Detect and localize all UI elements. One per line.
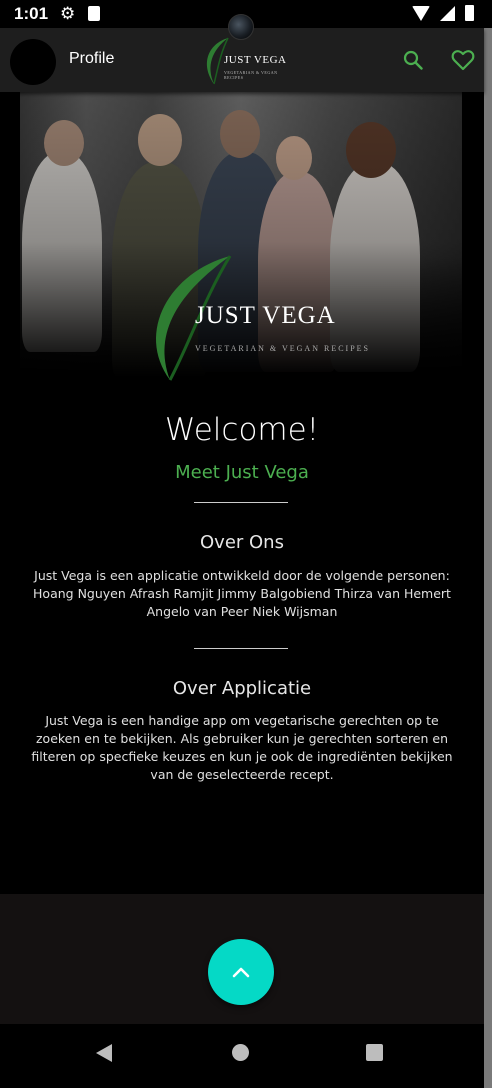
scrollbar [484, 28, 492, 1088]
camera-cutout [228, 14, 254, 40]
battery-icon [465, 5, 474, 21]
app-logo-tagline: VEGETARIAN & VEGAN RECIPES [224, 70, 278, 80]
hero-tagline: VEGETARIAN & VEGAN RECIPES [195, 344, 370, 353]
divider [194, 502, 288, 503]
home-icon[interactable] [232, 1044, 249, 1061]
chevron-up-icon [232, 967, 250, 978]
status-time: 1:01 [14, 4, 49, 23]
hero-brand: JUST VEGA [195, 302, 336, 329]
status-icons [412, 5, 474, 21]
divider [194, 648, 288, 649]
profile-link[interactable]: Profile [69, 50, 114, 68]
gear-icon: ⚙ [60, 4, 76, 24]
search-icon[interactable] [403, 50, 423, 70]
scroll-top-button[interactable] [208, 939, 274, 1005]
heart-icon[interactable] [451, 49, 475, 71]
about-app-text: Just Vega is een handige app om vegetari… [31, 713, 453, 782]
about-app-title: Over Applicatie [172, 678, 312, 699]
recent-apps-icon[interactable] [366, 1044, 383, 1061]
hero-image: JUST VEGA VEGETARIAN & VEGAN RECIPES [20, 92, 462, 392]
welcome-heading: Welcome! [164, 412, 320, 448]
about-us-title: Over Ons [200, 532, 284, 553]
avatar[interactable] [10, 39, 56, 85]
system-nav-bar [0, 1024, 484, 1088]
sd-card-icon [88, 6, 100, 21]
app-logo-brand: JUST VEGA [224, 54, 287, 66]
main-content[interactable]: JUST VEGA VEGETARIAN & VEGAN RECIPES Wel… [0, 92, 484, 892]
welcome-subtitle: Meet Just Vega [175, 462, 309, 483]
screen: 1:01 ⚙ Profile JUST VEGA VEGETARIAN & VE… [0, 0, 492, 1088]
wifi-icon [412, 5, 430, 21]
about-us-text: Just Vega is een applicatie ontwikkeld d… [33, 568, 451, 619]
back-icon[interactable] [96, 1044, 112, 1062]
app-logo: JUST VEGA VEGETARIAN & VEGAN RECIPES [198, 36, 298, 86]
signal-icon [440, 5, 455, 21]
